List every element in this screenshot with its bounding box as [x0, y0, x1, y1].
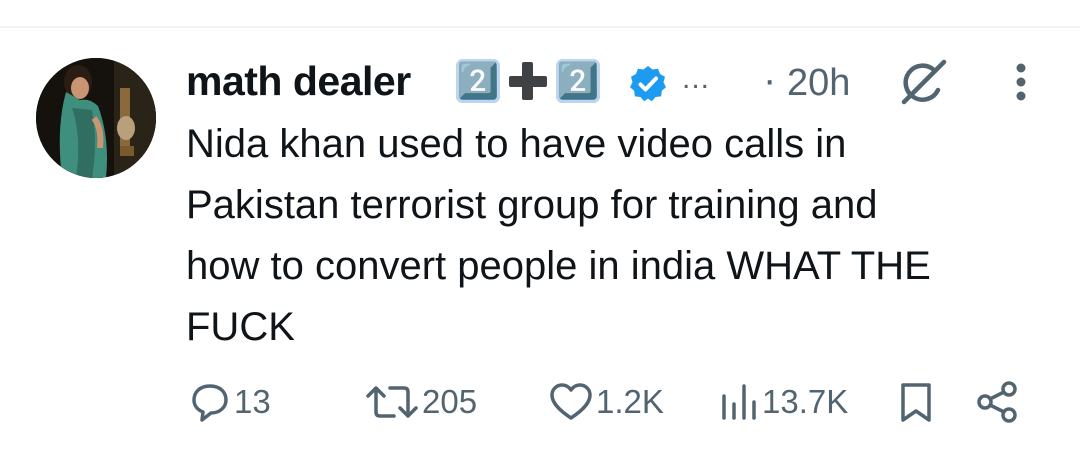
- plus-emoji: [506, 59, 550, 103]
- grok-icon[interactable]: [898, 58, 948, 106]
- like-button[interactable]: 1.2K: [548, 376, 664, 428]
- more-options-icon[interactable]: [1006, 60, 1036, 104]
- top-divider: [0, 26, 1080, 28]
- reply-icon: [192, 384, 228, 422]
- reply-count: 13: [234, 383, 271, 420]
- view-count: 13.7K: [762, 383, 849, 420]
- repost-icon: [366, 386, 418, 418]
- views-icon: [722, 384, 756, 420]
- name-truncation: ...: [682, 62, 711, 95]
- like-count: 1.2K: [596, 383, 664, 420]
- share-button[interactable]: [974, 376, 1022, 428]
- repost-count: 205: [422, 383, 478, 420]
- bookmark-button[interactable]: [894, 376, 938, 428]
- keycap-two-emoji: 2️⃣: [456, 59, 500, 103]
- avatar-photo: [36, 58, 156, 178]
- tweet-actions: 13 205 1.2K 13.7K: [186, 376, 1046, 428]
- tweet-header: math dealer 2️⃣ 2️⃣ ... · 20h: [186, 56, 1036, 108]
- timestamp[interactable]: 20h: [787, 62, 850, 105]
- keycap-two-emoji: 2️⃣: [556, 59, 600, 103]
- reply-button[interactable]: 13: [188, 376, 271, 428]
- avatar[interactable]: [36, 58, 156, 178]
- verified-badge-icon[interactable]: [628, 64, 668, 104]
- views-button[interactable]: 13.7K: [716, 376, 848, 428]
- time-separator: ·: [763, 58, 777, 102]
- tweet-text: Nida khan used to have video calls in Pa…: [186, 122, 931, 349]
- share-icon: [977, 381, 1017, 423]
- display-name[interactable]: math dealer: [186, 58, 411, 105]
- like-icon: [550, 383, 592, 420]
- repost-button[interactable]: 205: [364, 376, 477, 428]
- bookmark-icon: [901, 383, 931, 422]
